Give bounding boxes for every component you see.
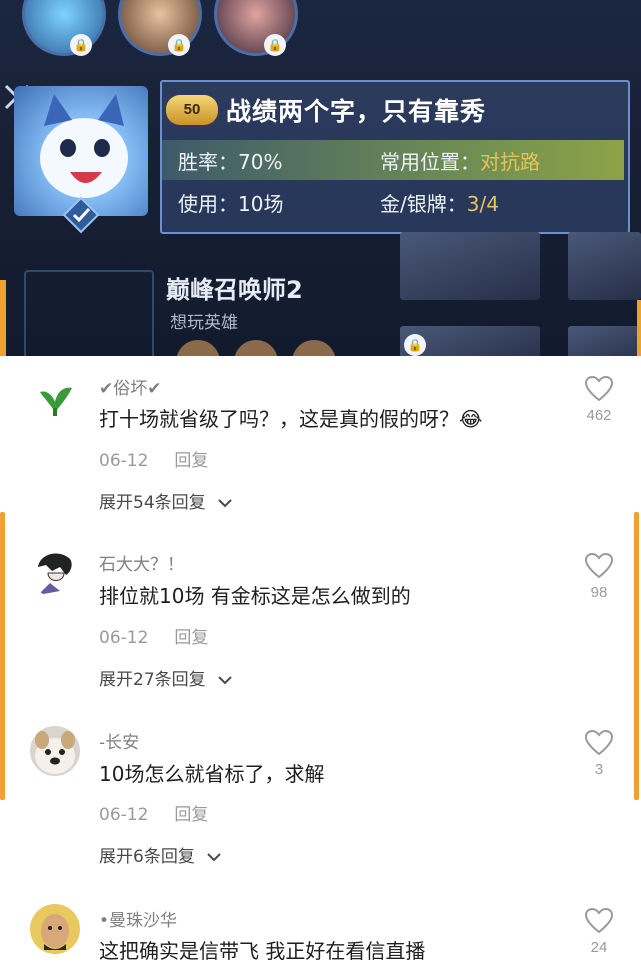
stats-row-1: 胜率：70% 常用位置：对抗路 — [162, 140, 624, 180]
summoner-emblem — [24, 270, 154, 356]
comment-username[interactable]: -长安 — [99, 728, 139, 753]
comment-date: 06-12 — [99, 628, 149, 648]
comment-meta: 06-12 回复 — [99, 800, 208, 825]
reply-button[interactable]: 回复 — [174, 805, 208, 825]
like-count: 98 — [590, 584, 608, 601]
comment-text: 排位就10场 有金标这是怎么做到的 — [99, 584, 411, 608]
reply-button[interactable]: 回复 — [174, 628, 208, 648]
like-heart-icon[interactable] — [585, 730, 613, 756]
comment-item: 石大大？！ 排位就10场 有金标这是怎么做到的 06-12 回复 展开27条回复 … — [0, 533, 641, 693]
user-avatar[interactable] — [30, 547, 80, 597]
lock-icon: 🔒 — [404, 334, 426, 356]
mini-hero-avatar — [234, 340, 278, 356]
comment-username[interactable]: 石大大？！ — [99, 550, 184, 575]
hero-stats-card: 50 战绩两个字，只有靠秀 胜率：70% 常用位置：对抗路 使用：10场 金/银… — [160, 80, 630, 234]
verified-check-icon — [62, 196, 100, 234]
side-decoration — [0, 280, 6, 356]
lock-icon: 🔒 — [70, 34, 92, 56]
position-stat: 常用位置：对抗路 — [380, 150, 540, 174]
summoner-title: 巅峰召唤师2 — [166, 276, 303, 304]
like-count: 3 — [594, 761, 604, 778]
expand-replies-button[interactable]: 展开6条回复 — [99, 842, 222, 867]
level-badge: 50 — [166, 95, 218, 125]
card-title: 战绩两个字，只有靠秀 — [226, 97, 487, 126]
used-games-stat: 使用：10场 — [178, 192, 284, 216]
mini-hero-avatar — [292, 340, 336, 356]
chevron-down-icon — [207, 853, 221, 862]
comment-item: -长安 10场怎么就省标了，求解 06-12 回复 展开6条回复 3 — [0, 710, 641, 870]
hero-thumbnail — [568, 232, 641, 300]
comment-item: ✔俗坏✔ 打十场就省级了吗？，这是真的假的呀？😂 06-12 回复 展开54条回复… — [0, 356, 641, 516]
like-count: 24 — [590, 939, 608, 956]
comment-username[interactable]: •曼珠沙华 — [99, 906, 177, 931]
stats-row-2: 使用：10场 金/银牌：3/4 — [162, 182, 624, 222]
user-avatar[interactable] — [30, 726, 80, 776]
comment-text: 10场怎么就省标了，求解 — [99, 762, 325, 786]
chevron-down-icon — [218, 676, 232, 685]
game-screenshot-banner: 🔒 🔒 🔒 50 战绩两个字，只有靠秀 胜率：70% 常用位置：对抗路 使用：1… — [0, 0, 641, 356]
like-heart-icon[interactable] — [585, 553, 613, 579]
reply-button[interactable]: 回复 — [174, 451, 208, 471]
lock-icon: 🔒 — [168, 34, 190, 56]
like-heart-icon[interactable] — [585, 908, 613, 934]
like-count: 462 — [586, 407, 612, 424]
mini-hero-avatar — [176, 340, 220, 356]
comment-username[interactable]: ✔俗坏✔ — [99, 374, 162, 399]
user-avatar[interactable] — [30, 904, 80, 954]
comment-date: 06-12 — [99, 805, 149, 825]
side-decoration — [637, 300, 641, 356]
hero-thumbnail — [568, 326, 641, 356]
summoner-subtitle: 想玩英雄 — [170, 313, 238, 333]
hero-thumbnail — [400, 232, 540, 300]
medal-stat: 金/银牌：3/4 — [380, 192, 499, 216]
win-rate-stat: 胜率：70% — [178, 150, 283, 174]
expand-replies-label: 展开6条回复 — [99, 847, 195, 867]
lock-icon: 🔒 — [264, 34, 286, 56]
user-avatar[interactable] — [30, 374, 80, 424]
expand-replies-label: 展开27条回复 — [99, 670, 206, 690]
comment-date: 06-12 — [99, 451, 149, 471]
expand-replies-label: 展开54条回复 — [99, 493, 206, 513]
expand-replies-button[interactable]: 展开27条回复 — [99, 665, 233, 690]
chevron-down-icon — [218, 499, 232, 508]
comment-text: 这把确实是信带飞 我正好在看信直播 — [99, 939, 426, 963]
locked-hero-avatar — [22, 0, 106, 56]
expand-replies-button[interactable]: 展开54条回复 — [99, 488, 233, 513]
comment-item: •曼珠沙华 这把确实是信带飞 我正好在看信直播 24 — [0, 888, 641, 969]
comment-meta: 06-12 回复 — [99, 623, 208, 648]
comment-meta: 06-12 回复 — [99, 446, 208, 471]
like-heart-icon[interactable] — [585, 376, 613, 402]
comment-text: 打十场就省级了吗？，这是真的假的呀？😂 — [99, 407, 483, 431]
